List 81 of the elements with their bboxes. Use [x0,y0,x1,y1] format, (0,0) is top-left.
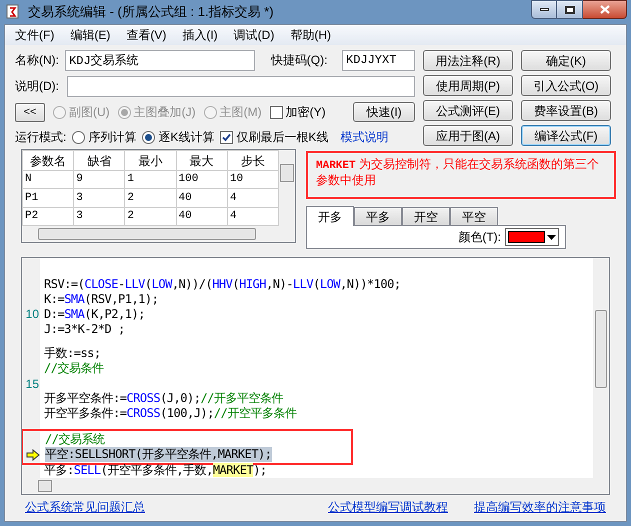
table-cell: 1 [124,170,176,189]
dialog-button[interactable]: 费率设置(B) [521,100,611,121]
code-line: 开多平空条件:=CROSS(J,0);//开多平空条件 [44,391,283,406]
checkbox-label: 仅刷最后一根K线 [236,129,328,146]
menu-item[interactable]: 调试(D) [234,26,274,44]
checkbox-label: 加密(Y) [286,104,326,121]
column-header[interactable]: 缺省 [74,150,125,170]
table-cell: 40 [176,188,228,208]
dialog-button[interactable]: 编译公式(F) [521,125,611,146]
close-button[interactable] [583,0,627,19]
speed-button[interactable]: 快速(I) [353,102,415,122]
mode-help-link[interactable]: 模式说明 [340,128,388,146]
code-line: J:=3*K-2*D ; [44,322,125,337]
signal-tab[interactable]: 开多 [306,206,354,226]
help-link[interactable]: 提高编写效率的注意事项 [474,498,606,516]
signal-tab[interactable]: 平多 [354,207,402,225]
window-title: 交易系统编辑 - (所属公式组 : 1.指标交易 *) [28,3,275,22]
description-field[interactable] [67,76,415,96]
menu-item[interactable]: 插入(I) [182,26,218,44]
dialog-button[interactable]: 公式测评(E) [423,100,513,121]
line-number: 10 [26,306,39,324]
name-field[interactable]: KDJ交易系统 [65,50,255,70]
table-cell: N [22,170,74,189]
message-text: MARKET 为交易控制符，只能在交易系统函数的第三个参数中使用 [316,157,599,187]
minimize-button[interactable] [531,0,557,19]
table-cell: 100 [176,170,228,189]
horizontal-scrollbar[interactable] [22,478,609,494]
code-line: RSV:=(CLOSE-LLV(LOW,N))/(HHV(HIGH,N)-LLV(LOW,N))*100; [44,276,401,292]
dialog-button[interactable]: 用法注释(R) [423,50,513,71]
radio-label: 主图(M) [220,104,262,121]
color-dropdown[interactable] [505,228,559,246]
radio-label: 副图(U) [69,104,110,121]
signal-tab[interactable]: 平空 [450,207,498,225]
radio-label: 主图叠加(J) [134,104,196,121]
maximize-button[interactable] [557,0,583,19]
color-label: 颜色(T): [458,229,501,246]
menu-item[interactable]: 编辑(E) [70,26,110,44]
help-link[interactable]: 公式系统常见问题汇总 [25,498,145,516]
collapse-button[interactable]: << [15,102,45,122]
column-header[interactable]: 最大 [176,150,228,170]
vertical-scrollbar[interactable] [593,258,609,478]
field-label: 说明(D): [15,78,60,95]
line-number: 15 [26,376,39,393]
menu-item[interactable]: 查看(V) [126,26,166,44]
code-line: //交易条件 [44,361,104,376]
dialog-button[interactable]: 应用于图(A) [423,125,513,146]
signal-tab[interactable]: 开空 [402,207,450,225]
code-line: 开空平多条件:=CROSS(100,J);//开空平多条件 [44,406,296,422]
code-line: 手数:=ss; [44,346,101,362]
dropdown-caret-icon [547,234,556,240]
code-line: //交易系统 [45,432,104,448]
horizontal-scrollbar[interactable] [22,226,295,242]
code-line: 平多:SELL(开空平多条件,手数,MARKET); [44,463,267,478]
checkbox[interactable] [220,130,234,144]
checkbox[interactable] [270,106,283,118]
table-cell: P1 [22,188,74,208]
table-cell: 2 [124,188,176,208]
column-header[interactable]: 最小 [124,150,176,170]
radio-button[interactable] [142,130,156,144]
table-cell: 3 [74,188,125,208]
dialog-button[interactable]: 使用周期(P) [423,75,513,96]
close-icon [600,5,610,14]
dialog-button[interactable]: 引入公式(O) [521,75,611,96]
help-link[interactable]: 公式模型编写调试教程 [328,498,448,516]
code-line: D:=SMA(K,P2,1); [44,306,145,322]
menu-item[interactable]: 文件(F) [15,26,54,44]
run-mode-label: 运行模式: [15,129,66,146]
column-header[interactable]: 步长 [227,150,279,170]
column-header[interactable]: 参数名 [22,150,74,170]
dialog-button[interactable]: 确定(K) [521,50,611,71]
vertical-scrollbar[interactable] [279,150,295,226]
shortcut-field[interactable]: KDJJYXT [342,50,415,70]
field-label: 名称(N): [15,52,60,69]
menu-item[interactable]: 帮助(H) [290,26,331,44]
radio-button[interactable] [72,130,86,144]
check-icon [222,132,232,142]
radio-label: 逐K线计算 [158,129,214,146]
radio-label: 序列计算 [88,129,136,146]
table-cell: 9 [74,170,125,189]
code-line: K:=SMA(RSV,P1,1); [44,292,158,307]
field-label: 快捷码(Q): [270,52,328,69]
